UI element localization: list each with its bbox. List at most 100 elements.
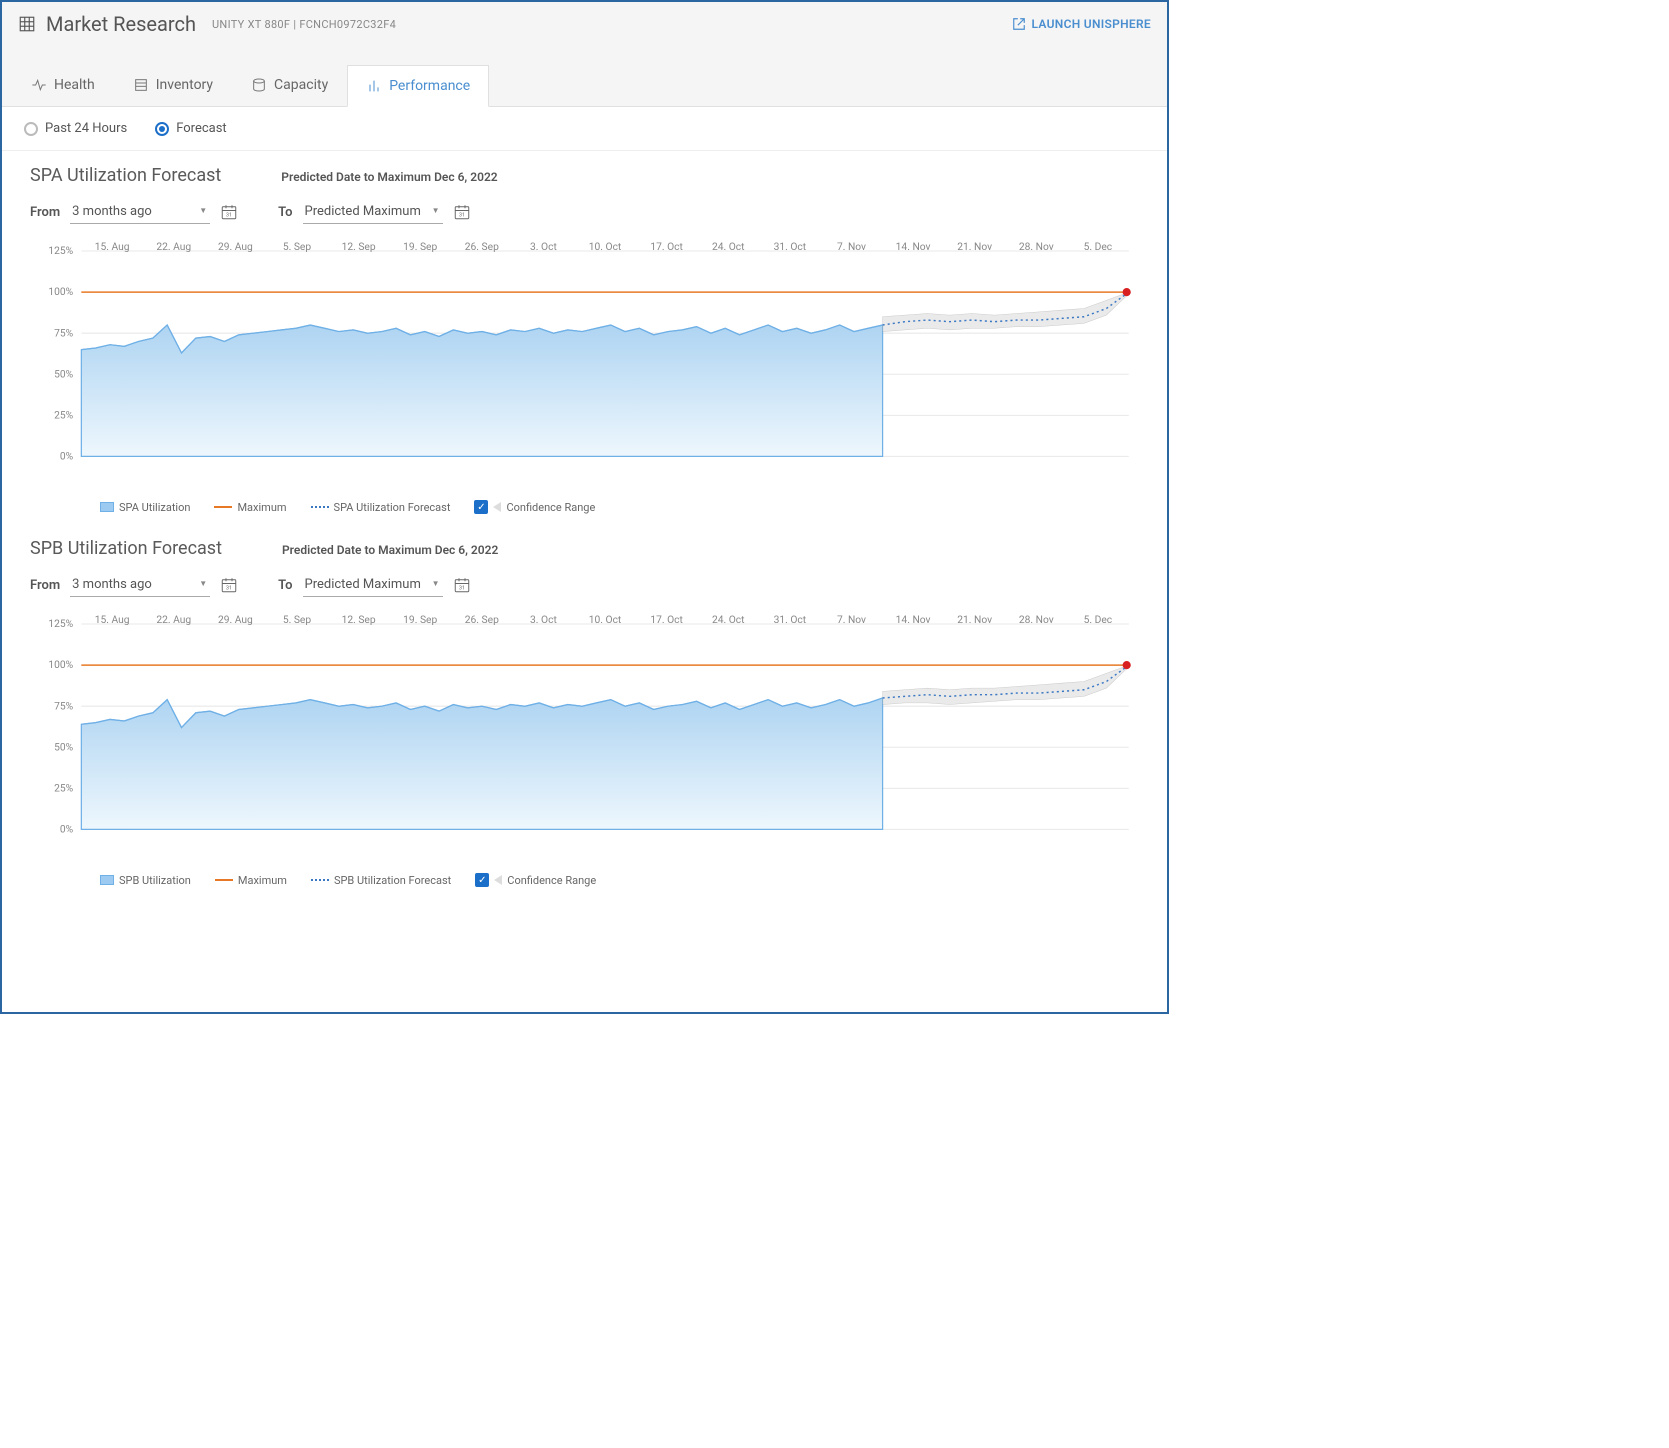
tab-inventory[interactable]: Inventory (114, 64, 232, 106)
chart-title: SPA Utilization Forecast (30, 165, 221, 186)
to-label: To (278, 578, 292, 593)
svg-text:25%: 25% (54, 408, 74, 421)
svg-text:75%: 75% (54, 326, 74, 339)
svg-text:31: 31 (226, 213, 232, 219)
svg-text:19. Sep: 19. Sep (403, 613, 437, 626)
performance-panel: Past 24 Hours Forecast SPA Utilization F… (2, 106, 1167, 897)
chart-predict-label: Predicted Date to Maximum Dec 6, 2022 (281, 170, 497, 184)
svg-text:7. Nov: 7. Nov (837, 613, 866, 626)
svg-text:75%: 75% (54, 699, 74, 712)
radio-circle-icon (155, 122, 169, 136)
database-icon (251, 77, 267, 93)
svg-text:21. Nov: 21. Nov (957, 240, 992, 253)
svg-text:100%: 100% (48, 658, 73, 671)
svg-text:17. Oct: 17. Oct (650, 240, 683, 253)
legend-confidence[interactable]: ✓Confidence Range (475, 873, 596, 887)
chart-predict-label: Predicted Date to Maximum Dec 6, 2022 (282, 543, 498, 557)
svg-text:31. Oct: 31. Oct (774, 240, 807, 253)
svg-text:26. Sep: 26. Sep (465, 240, 499, 253)
svg-text:24. Oct: 24. Oct (712, 613, 745, 626)
external-link-icon (1012, 17, 1026, 31)
svg-text:50%: 50% (54, 740, 74, 753)
svg-text:21. Nov: 21. Nov (957, 613, 992, 626)
svg-text:5. Sep: 5. Sep (283, 613, 312, 626)
svg-text:29. Aug: 29. Aug (218, 240, 253, 253)
svg-text:14. Nov: 14. Nov (896, 613, 931, 626)
legend-utilization[interactable]: SPA Utilization (100, 501, 190, 514)
svg-text:0%: 0% (60, 822, 74, 835)
from-label: From (30, 205, 60, 220)
svg-text:12. Sep: 12. Sep (342, 240, 376, 253)
calendar-icon[interactable]: 31 (220, 203, 238, 221)
chart-title: SPB Utilization Forecast (30, 538, 222, 559)
svg-text:25%: 25% (54, 781, 74, 794)
legend-maximum[interactable]: Maximum (214, 501, 286, 514)
svg-text:5. Sep: 5. Sep (283, 240, 312, 253)
svg-text:15. Aug: 15. Aug (95, 240, 130, 253)
bar-chart-icon (366, 78, 382, 94)
svg-text:3. Oct: 3. Oct (530, 240, 557, 253)
tabs-bar: Health Inventory Capacity Performance (2, 46, 1167, 106)
legend-utilization[interactable]: SPB Utilization (100, 874, 191, 887)
forecast-chart-spb: 0% 25% 50% 75% 100% 125% 15. Aug 22. Aug 29. Au… (30, 607, 1139, 867)
tab-capacity[interactable]: Capacity (232, 64, 347, 106)
radio-forecast[interactable]: Forecast (155, 121, 226, 136)
chart-legend: SPB Utilization Maximum SPB Utilization … (30, 867, 1139, 893)
to-select[interactable]: Predicted Maximum (303, 200, 443, 224)
svg-text:125%: 125% (48, 617, 73, 630)
svg-text:15. Aug: 15. Aug (95, 613, 130, 626)
svg-text:125%: 125% (48, 244, 73, 257)
legend-maximum[interactable]: Maximum (215, 874, 287, 887)
svg-text:31: 31 (459, 213, 465, 219)
svg-text:3. Oct: 3. Oct (530, 613, 557, 626)
to-select[interactable]: Predicted Maximum (303, 573, 443, 597)
svg-text:5. Dec: 5. Dec (1084, 613, 1113, 626)
from-select[interactable]: 3 months ago (70, 200, 210, 224)
svg-text:22. Aug: 22. Aug (156, 240, 191, 253)
tab-health[interactable]: Health (12, 64, 114, 106)
page-header: Market Research UNITY XT 880F | FCNCH097… (2, 2, 1167, 46)
legend-forecast[interactable]: SPA Utilization Forecast (311, 501, 451, 514)
chart-section-spb: SPB Utilization Forecast Predicted Date … (2, 524, 1167, 897)
from-select[interactable]: 3 months ago (70, 573, 210, 597)
legend-forecast[interactable]: SPB Utilization Forecast (311, 874, 451, 887)
page-title: Market Research (46, 12, 196, 36)
heartbeat-icon (31, 77, 47, 93)
svg-text:10. Oct: 10. Oct (589, 613, 622, 626)
launch-unisphere-link[interactable]: LAUNCH UNISPHERE (1012, 17, 1151, 31)
chart-section-spa: SPA Utilization Forecast Predicted Date … (2, 151, 1167, 524)
svg-text:17. Oct: 17. Oct (650, 613, 683, 626)
svg-text:28. Nov: 28. Nov (1019, 240, 1054, 253)
svg-text:28. Nov: 28. Nov (1019, 613, 1054, 626)
radio-past24[interactable]: Past 24 Hours (24, 121, 127, 136)
svg-text:31. Oct: 31. Oct (774, 613, 807, 626)
svg-text:31: 31 (226, 586, 232, 592)
svg-text:50%: 50% (54, 367, 74, 380)
view-mode-radios: Past 24 Hours Forecast (2, 107, 1167, 151)
svg-text:29. Aug: 29. Aug (218, 613, 253, 626)
svg-text:5. Dec: 5. Dec (1084, 240, 1113, 253)
list-icon (133, 77, 149, 93)
calendar-icon[interactable]: 31 (453, 203, 471, 221)
svg-text:0%: 0% (60, 449, 74, 462)
svg-text:24. Oct: 24. Oct (712, 240, 745, 253)
svg-text:7. Nov: 7. Nov (837, 240, 866, 253)
calendar-icon[interactable]: 31 (453, 576, 471, 594)
grid-icon (18, 15, 36, 33)
svg-text:14. Nov: 14. Nov (896, 240, 931, 253)
svg-text:26. Sep: 26. Sep (465, 613, 499, 626)
svg-text:22. Aug: 22. Aug (156, 613, 191, 626)
to-label: To (278, 205, 292, 220)
svg-text:10. Oct: 10. Oct (589, 240, 622, 253)
calendar-icon[interactable]: 31 (220, 576, 238, 594)
svg-text:19. Sep: 19. Sep (403, 240, 437, 253)
svg-text:31: 31 (459, 586, 465, 592)
page-subtitle: UNITY XT 880F | FCNCH0972C32F4 (212, 18, 396, 31)
svg-text:12. Sep: 12. Sep (342, 613, 376, 626)
chart-legend: SPA Utilization Maximum SPA Utilization … (30, 494, 1139, 520)
svg-text:100%: 100% (48, 285, 73, 298)
legend-confidence[interactable]: ✓Confidence Range (474, 500, 595, 514)
tab-performance[interactable]: Performance (347, 65, 489, 107)
radio-circle-icon (24, 122, 38, 136)
forecast-chart-spa: 0% 25% 50% 75% 100% 125% 15. Aug 22. Aug 29. Au… (30, 234, 1139, 494)
